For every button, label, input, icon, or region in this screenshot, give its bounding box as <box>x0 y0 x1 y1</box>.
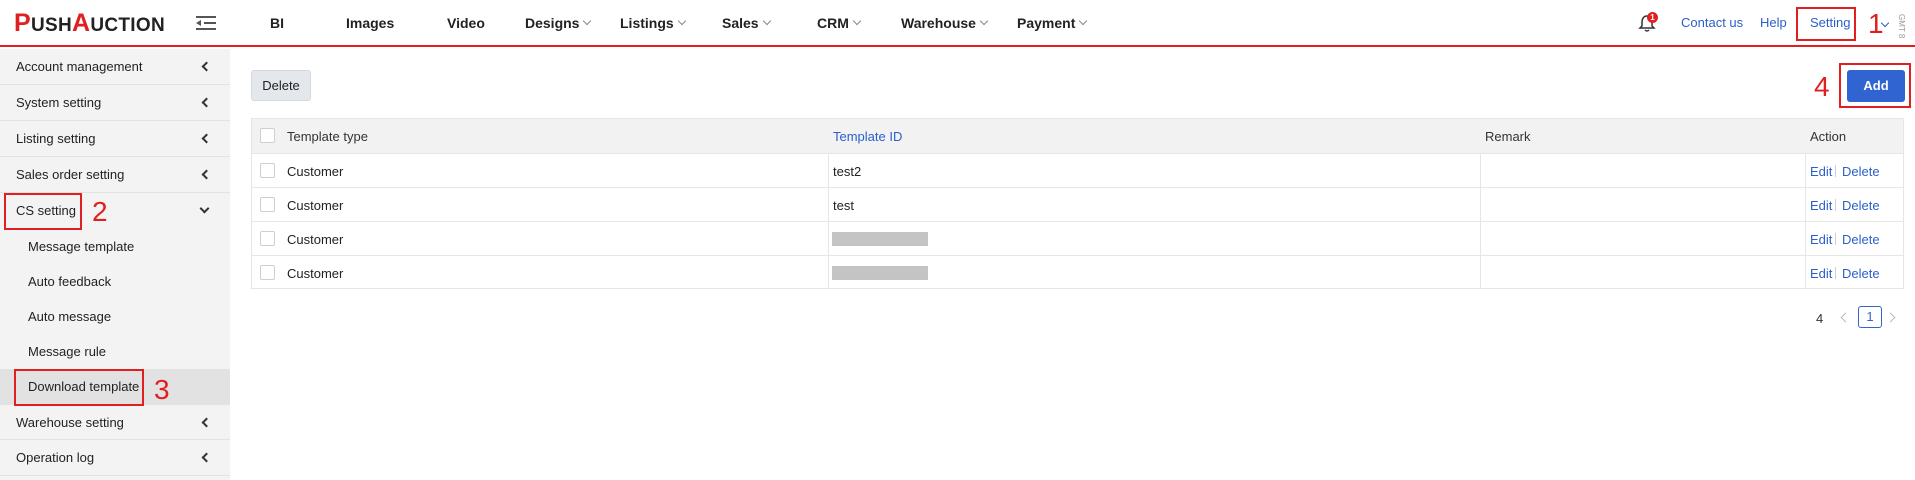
nav-sales[interactable]: Sales <box>722 0 771 45</box>
cell-template-id: test <box>833 198 854 213</box>
nav-warehouse[interactable]: Warehouse <box>901 0 989 45</box>
redacted-template-id <box>832 266 928 280</box>
cell-template-type: Customer <box>287 232 344 247</box>
edit-link[interactable]: Edit <box>1810 164 1832 179</box>
sidebar-subitem-message-rule[interactable]: Message rule <box>0 334 230 369</box>
chevron-down-icon <box>583 16 592 25</box>
annotation-number-4: 4 <box>1814 71 1830 102</box>
chevron-left-icon <box>201 169 212 180</box>
sidebar-subitem-auto-message[interactable]: Auto message <box>0 299 230 334</box>
redacted-template-id <box>832 232 928 246</box>
column-template-type: Template type <box>287 129 368 144</box>
chevron-down-icon <box>852 16 862 25</box>
chevron-left-icon <box>201 452 212 463</box>
row-checkbox[interactable] <box>260 197 275 212</box>
chevron-down-icon <box>677 16 686 25</box>
action-separator <box>1835 233 1836 245</box>
action-separator <box>1835 165 1836 177</box>
delete-button[interactable]: Delete <box>251 70 311 101</box>
action-separator <box>1835 199 1836 211</box>
table-row: Customer test Edit Delete <box>252 187 1903 221</box>
table-row: Customer Edit Delete <box>252 255 1903 289</box>
menu-fold-icon[interactable] <box>196 15 216 31</box>
edit-link[interactable]: Edit <box>1810 232 1832 247</box>
sidebar-subitem-auto-feedback[interactable]: Auto feedback <box>0 264 230 299</box>
sidebar-item-operation-log[interactable]: Operation log <box>0 440 230 476</box>
nav-images[interactable]: Images <box>346 0 394 45</box>
template-table: Template type Template ID Remark Action … <box>251 118 1904 289</box>
nav-payment[interactable]: Payment <box>1017 0 1088 45</box>
sidebar-subitem-message-template[interactable]: Message template <box>0 229 230 264</box>
sidebar-item-warehouse-setting[interactable]: Warehouse setting <box>0 404 230 440</box>
delete-link[interactable]: Delete <box>1842 266 1880 281</box>
nav-video[interactable]: Video <box>447 0 485 45</box>
sidebar-item-system-setting[interactable]: System setting <box>0 85 230 121</box>
row-checkbox[interactable] <box>260 163 275 178</box>
pagination-total: 4 <box>1816 311 1824 326</box>
contact-us-link[interactable]: Contact us <box>1681 0 1743 45</box>
chevron-down-icon <box>979 16 989 25</box>
column-template-id[interactable]: Template ID <box>833 129 902 144</box>
timezone-label: GMT 8 <box>1897 14 1906 39</box>
table-row: Customer test2 Edit Delete <box>252 153 1903 187</box>
annotation-box-download-template <box>14 369 144 406</box>
nav-bi[interactable]: BI <box>270 0 284 45</box>
table-header: Template type Template ID Remark Action <box>252 119 1903 153</box>
chevron-left-icon <box>201 133 212 144</box>
chevron-left-icon <box>201 417 212 428</box>
nav-designs[interactable]: Designs <box>525 0 592 45</box>
add-button[interactable]: Add <box>1847 70 1905 102</box>
table-row: Customer Edit Delete <box>252 221 1903 255</box>
cell-template-type: Customer <box>287 164 344 179</box>
chevron-left-icon <box>201 61 212 72</box>
edit-link[interactable]: Edit <box>1810 198 1832 213</box>
nav-crm[interactable]: CRM <box>817 0 862 45</box>
row-checkbox[interactable] <box>260 231 275 246</box>
pagination-page-button[interactable]: 1 <box>1858 306 1882 328</box>
sidebar-item-account-management[interactable]: Account management <box>0 49 230 85</box>
sidebar-item-listing-setting[interactable]: Listing setting <box>0 121 230 157</box>
delete-link[interactable]: Delete <box>1842 164 1880 179</box>
row-checkbox[interactable] <box>260 265 275 280</box>
column-remark: Remark <box>1485 129 1531 144</box>
annotation-number-3: 3 <box>154 374 170 405</box>
select-all-checkbox[interactable] <box>260 128 275 143</box>
chevron-right-icon[interactable] <box>1885 312 1896 323</box>
annotation-box-cs-setting <box>4 193 82 230</box>
delete-link[interactable]: Delete <box>1842 232 1880 247</box>
sidebar-item-sales-order-setting[interactable]: Sales order setting <box>0 157 230 193</box>
cell-template-type: Customer <box>287 198 344 213</box>
chevron-left-icon[interactable] <box>1840 312 1851 323</box>
nav-listings[interactable]: Listings <box>620 0 686 45</box>
delete-link[interactable]: Delete <box>1842 198 1880 213</box>
top-navigation-bar: PUSHAUCTION BI Images Video Designs List… <box>0 0 1915 47</box>
annotation-number-2: 2 <box>92 196 108 227</box>
chevron-left-icon <box>201 97 212 108</box>
action-separator <box>1835 267 1836 279</box>
column-action: Action <box>1810 129 1847 144</box>
help-link[interactable]: Help <box>1760 0 1787 45</box>
sidebar: Account management System setting Listin… <box>0 49 230 480</box>
cell-template-type: Customer <box>287 266 344 281</box>
notification-badge: 1 <box>1647 12 1658 23</box>
edit-link[interactable]: Edit <box>1810 266 1832 281</box>
chevron-down-icon <box>199 203 210 214</box>
chevron-down-icon <box>1079 16 1088 25</box>
chevron-down-icon <box>762 16 771 25</box>
annotation-box-setting <box>1796 7 1856 41</box>
cell-template-id: test2 <box>833 164 862 179</box>
pushauction-logo[interactable]: PUSHAUCTION <box>14 11 165 37</box>
